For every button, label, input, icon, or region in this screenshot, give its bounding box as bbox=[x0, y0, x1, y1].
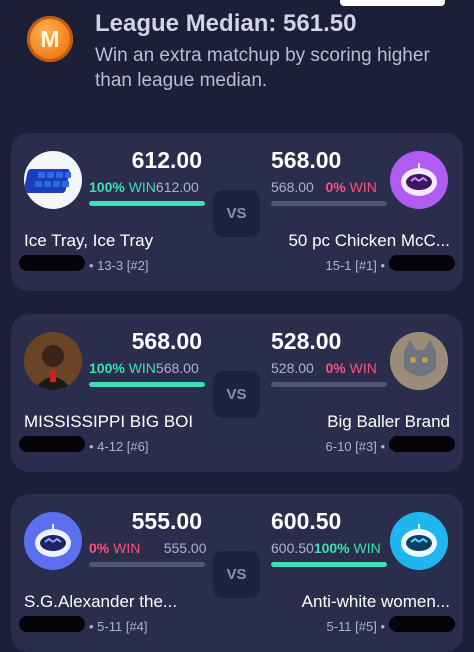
left-win-bar bbox=[89, 382, 205, 387]
redacted-owner bbox=[19, 255, 85, 271]
league-median-banner: M League Median: 561.50 Win an extra mat… bbox=[0, 0, 474, 110]
median-description: Win an extra matchup by scoring higher t… bbox=[95, 45, 430, 91]
right-win-probability: 528.00 0% WIN bbox=[271, 360, 377, 376]
right-team-name[interactable]: Big Baller Brand bbox=[327, 412, 450, 432]
redacted-owner bbox=[19, 616, 85, 632]
redacted-owner bbox=[389, 255, 455, 271]
redacted-owner bbox=[19, 436, 85, 452]
left-team-name[interactable]: Ice Tray, Ice Tray bbox=[24, 231, 153, 251]
matchup-card[interactable]: 555.00 0% WIN 555.00 VS 600.50 600.50100… bbox=[11, 494, 463, 652]
matchup-card[interactable]: 568.00 100% WIN568.00 VS 528.00 528.00 0… bbox=[11, 314, 463, 472]
cat-photo-icon bbox=[390, 332, 448, 390]
vs-badge: VS bbox=[213, 371, 260, 418]
left-record: • 4-12 [#6] bbox=[89, 439, 149, 454]
team-avatar-robot-blue bbox=[24, 512, 82, 570]
left-win-probability: 100% WIN568.00 bbox=[89, 360, 199, 376]
median-badge-icon: M bbox=[27, 16, 73, 62]
robot-icon bbox=[35, 524, 71, 557]
redacted-owner bbox=[389, 616, 455, 632]
vs-badge: VS bbox=[213, 551, 260, 598]
right-win-probability: 600.50100% WIN bbox=[271, 540, 381, 556]
right-win-bar bbox=[271, 201, 387, 206]
left-score: 555.00 bbox=[131, 508, 202, 534]
left-team-name[interactable]: MISSISSIPPI BIG BOI bbox=[24, 412, 193, 432]
right-record: 6-10 [#3] • bbox=[325, 439, 385, 454]
vs-badge: VS bbox=[213, 190, 260, 237]
right-score: 528.00 bbox=[271, 328, 342, 354]
matchup-card[interactable]: 612.00 100% WIN612.00 VS 568.00 568.00 0… bbox=[11, 133, 463, 291]
left-score: 568.00 bbox=[131, 328, 202, 354]
ice-tray-icon bbox=[24, 169, 71, 193]
left-win-bar bbox=[89, 562, 205, 567]
team-avatar-robot-cyan bbox=[390, 512, 448, 570]
right-win-bar bbox=[271, 382, 387, 387]
robot-icon bbox=[401, 163, 437, 196]
right-win-probability: 568.00 0% WIN bbox=[271, 179, 377, 195]
left-record: • 13-3 [#2] bbox=[89, 258, 149, 273]
left-win-probability: 0% WIN 555.00 bbox=[89, 540, 207, 556]
left-team-name[interactable]: S.G.Alexander the... bbox=[24, 592, 177, 612]
right-win-bar bbox=[271, 562, 387, 567]
right-record: 15-1 [#1] • bbox=[325, 258, 385, 273]
person-photo-icon bbox=[24, 332, 82, 390]
left-win-bar bbox=[89, 201, 205, 206]
team-avatar-cat bbox=[390, 332, 448, 390]
median-title: League Median: 561.50 bbox=[95, 10, 357, 37]
team-avatar-person bbox=[24, 332, 82, 390]
robot-icon bbox=[401, 524, 437, 557]
team-avatar-robot-purple bbox=[390, 151, 448, 209]
left-score: 612.00 bbox=[131, 147, 202, 173]
redacted-owner bbox=[389, 436, 455, 452]
team-avatar-ice-tray bbox=[24, 151, 82, 209]
right-score: 600.50 bbox=[271, 508, 342, 534]
right-team-name[interactable]: 50 pc Chicken McC... bbox=[288, 231, 450, 251]
right-score: 568.00 bbox=[271, 147, 342, 173]
right-team-name[interactable]: Anti-white women... bbox=[302, 592, 450, 612]
left-record: • 5-11 [#4] bbox=[89, 619, 148, 634]
left-win-probability: 100% WIN612.00 bbox=[89, 179, 199, 195]
right-record: 5-11 [#5] • bbox=[326, 619, 385, 634]
